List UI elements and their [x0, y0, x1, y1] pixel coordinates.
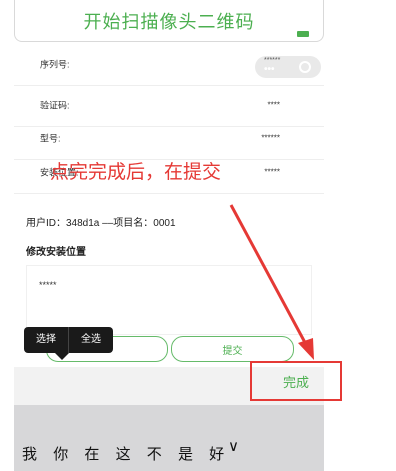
annotation-arrow	[229, 204, 314, 360]
